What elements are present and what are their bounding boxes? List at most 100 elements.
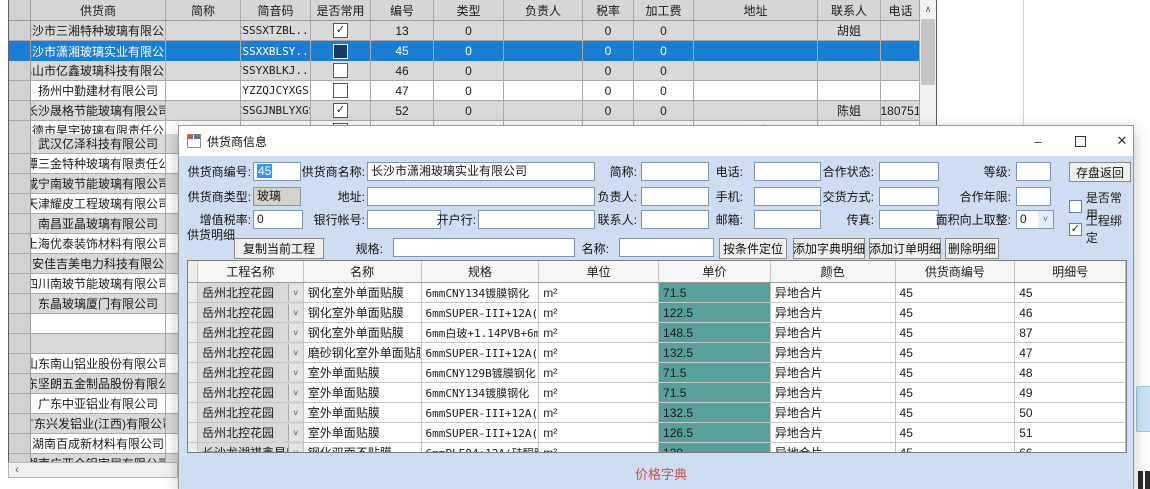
column-header-9[interactable]: 加工费	[634, 0, 694, 20]
column-header-10[interactable]: 地址	[694, 0, 818, 20]
supplier-list-item[interactable]: 南昌亚晶玻璃有限公司	[9, 214, 179, 234]
supplier-row[interactable]: 长沙晟格节能玻璃有限公司CSSGJNBLYXGS✓52000陈姐180751	[9, 101, 936, 121]
detail-grid-row[interactable]: 岳州北控花园˅室外单面贴膜6mmCNY129B镀膜钢化m²71.5异地合片454…	[188, 363, 1126, 383]
detail-grid-row[interactable]: 岳州北控花园˅钢化室外单面贴膜6mm白玻+1.14PVB+6mm...m²148…	[188, 323, 1126, 343]
grid-cell-project[interactable]: 岳州北控花园˅	[198, 423, 304, 442]
grid-cell-project[interactable]: 岳州北控花园˅	[198, 363, 304, 382]
column-header-12[interactable]: 电话	[881, 0, 921, 20]
dropdown-icon[interactable]: ˅	[1038, 211, 1053, 228]
field-grade-input[interactable]	[1016, 162, 1051, 181]
delete-detail-button[interactable]: 删除明细	[945, 238, 999, 259]
minimize-button[interactable]: –	[1024, 126, 1052, 156]
common-use-checkbox[interactable]: ✓	[333, 23, 348, 38]
supplier-list-item[interactable]: 湖南百成新材料有限公司	[9, 434, 179, 454]
grid-column-header-5[interactable]: 单价	[659, 261, 771, 282]
name-filter-input[interactable]	[619, 238, 714, 257]
field-coop_years-input[interactable]	[1016, 187, 1051, 206]
vscrollbar-thumb[interactable]	[921, 19, 935, 85]
dropdown-icon[interactable]: ˅	[288, 344, 303, 361]
detail-grid-row[interactable]: 岳州北控花园˅室外单面贴膜6mmSUPER-III+12A(硅...m²132.…	[188, 403, 1126, 423]
dropdown-icon[interactable]: ˅	[288, 304, 303, 321]
dropdown-icon[interactable]: ˅	[288, 384, 303, 401]
supplier-row[interactable]: 扬州中勤建材有限公司YZZQJCYXGS47000	[9, 81, 936, 101]
supplier-list-item[interactable]: 东晶玻璃厦门有限公司	[9, 294, 179, 314]
supplier-table-vscrollbar[interactable]: ∧	[919, 0, 936, 134]
save-return-button[interactable]: 存盘返回	[1069, 162, 1131, 182]
dropdown-icon[interactable]: ˅	[288, 444, 303, 453]
supplier-row[interactable]: 长沙市三湘特种玻璃有限公司CSSSXTZBL...✓13000胡姐	[9, 21, 936, 41]
project-bind-checkbox[interactable]: ✓ 工程绑定	[1069, 212, 1133, 246]
supplier-list-item[interactable]: 广东中亚铝业有限公司	[9, 394, 179, 414]
scroll-left-icon[interactable]: ‹	[9, 464, 25, 476]
dropdown-icon[interactable]: ˅	[288, 324, 303, 341]
column-header-4[interactable]: 是否常用	[311, 0, 371, 20]
common-use-checkbox[interactable]	[333, 63, 348, 78]
close-button[interactable]: ✕	[1108, 126, 1136, 156]
grid-cell-project[interactable]: 岳州北控花园˅	[198, 303, 304, 322]
detail-grid-row[interactable]: 岳州北控花园˅磨砂钢化室外单面贴膜6mmSUPER-III+12A(硅...m²…	[188, 343, 1126, 363]
dialog-titlebar[interactable]: 供货商信息 – ✕	[179, 126, 1133, 156]
supplier-list-item[interactable]: 天津耀皮工程玻璃有限公司	[9, 194, 179, 214]
supplier-list-item[interactable]: 上海优泰装饰材料有限公司	[9, 234, 179, 254]
grid-cell-project[interactable]: 岳州北控花园˅	[198, 323, 304, 342]
supplier-list-item[interactable]: 湖南广亚全铝家居有限公司	[9, 454, 179, 462]
grid-cell-project[interactable]: 长沙龙湖祺鑫星座˅	[198, 443, 304, 453]
supplier-list-hscrollbar[interactable]: ‹	[8, 462, 178, 478]
detail-grid-row[interactable]: 岳州北控花园˅钢化室外单面贴膜6mmCNY134镀膜钢化m²71.5异地合片45…	[188, 283, 1126, 303]
dropdown-icon[interactable]: ˅	[288, 364, 303, 381]
column-header-1[interactable]: 供货商	[31, 0, 166, 20]
field-supplier_name-input[interactable]: 长沙市潇湘玻璃实业有限公司	[367, 162, 595, 181]
grid-column-header-4[interactable]: 单位	[539, 261, 659, 282]
column-header-8[interactable]: 税率	[583, 0, 634, 20]
dropdown-icon[interactable]: ˅	[288, 424, 303, 441]
field-address-input[interactable]	[367, 187, 595, 206]
grid-column-header-7[interactable]: 供货商编号	[896, 261, 1016, 282]
supplier-list-item[interactable]	[9, 314, 179, 334]
detail-grid-row[interactable]: 岳州北控花园˅钢化室外单面贴膜6mmSUPER-III+12A(硅...m²12…	[188, 303, 1126, 323]
detail-grid-row[interactable]: 岳州北控花园˅室外单面贴膜6mmSUPER-III+12A(硅...m²126.…	[188, 423, 1126, 443]
grid-cell-project[interactable]: 岳州北控花园˅	[198, 403, 304, 422]
common-use-checkbox[interactable]	[333, 83, 348, 98]
grid-column-header-1[interactable]: 工程名称	[198, 261, 304, 282]
add-dictionary-detail-button[interactable]: 添加字典明细	[793, 238, 865, 259]
supplier-list-item[interactable]: 武汉亿泽科技有限公司	[9, 134, 179, 154]
scroll-up-icon[interactable]: ∧	[920, 0, 936, 18]
grid-column-header-3[interactable]: 规格	[422, 261, 540, 282]
supplier-list-item[interactable]: 广东坚朗五金制品股份有限公司	[9, 374, 179, 394]
field-delivery_method-input[interactable]	[879, 187, 939, 206]
grid-cell-project[interactable]: 岳州北控花园˅	[198, 383, 304, 402]
grid-cell-project[interactable]: 岳州北控花园˅	[198, 343, 304, 362]
column-header-3[interactable]: 简音码	[241, 0, 311, 20]
supplier-list-item[interactable]	[9, 334, 179, 354]
supplier-list-item[interactable]: 四川南玻节能玻璃有限公司	[9, 274, 179, 294]
field-fax-input[interactable]	[879, 210, 939, 229]
dropdown-icon[interactable]: ˅	[288, 284, 303, 301]
column-header-6[interactable]: 类型	[434, 0, 504, 20]
add-order-detail-button[interactable]: 添加订单明细	[869, 238, 941, 259]
supplier-row[interactable]: 佛山市亿鑫玻璃科技有限公司FSSYXBLKJ...46000	[9, 61, 936, 81]
supplier-list-item[interactable]: 咸宁南玻节能玻璃有限公司	[9, 174, 179, 194]
copy-current-project-button[interactable]: 复制当前工程	[234, 238, 324, 259]
spec-filter-input[interactable]	[393, 238, 575, 257]
grid-column-header-8[interactable]: 明细号	[1015, 261, 1126, 282]
supplier-list-item[interactable]: 湘潭三金特种玻璃有限责任公司	[9, 154, 179, 174]
grid-column-header-2[interactable]: 名称	[304, 261, 422, 282]
supplier-list-item[interactable]: 广东兴发铝业(江西)有限公司	[9, 414, 179, 434]
detail-grid-row[interactable]: 岳州北控花园˅室外单面贴膜6mmCNY134镀膜钢化m²71.5异地合片4549	[188, 383, 1126, 403]
supplier-list-item[interactable]: 山东南山铝业股份有限公司	[9, 354, 179, 374]
detail-grid-row[interactable]: 长沙龙湖祺鑫星座˅钢化双面不贴膜6mmPLE84+12A(硅酮胶...m²120…	[188, 443, 1126, 453]
grid-cell-project[interactable]: 岳州北控花园˅	[198, 283, 304, 302]
column-header-5[interactable]: 编号	[371, 0, 434, 20]
column-header-11[interactable]: 联系人	[818, 0, 881, 20]
grid-column-header-6[interactable]: 颜色	[771, 261, 896, 282]
maximize-button[interactable]	[1066, 126, 1094, 156]
field-area_round_up-input[interactable]: 0˅	[1016, 210, 1054, 229]
dropdown-icon[interactable]: ˅	[288, 404, 303, 421]
column-header-2[interactable]: 简称	[166, 0, 241, 20]
field-coop_status-input[interactable]	[879, 162, 939, 181]
supplier-row[interactable]: 长沙市潇湘玻璃实业有限公司CSSXXBLSY...45000	[9, 41, 936, 61]
supplier-list-item[interactable]: 西安佳吉美电力科技有限公司	[9, 254, 179, 274]
locate-by-condition-button[interactable]: 按条件定位	[719, 238, 787, 259]
column-header-7[interactable]: 负责人	[504, 0, 583, 20]
common-use-checkbox[interactable]	[333, 44, 348, 59]
